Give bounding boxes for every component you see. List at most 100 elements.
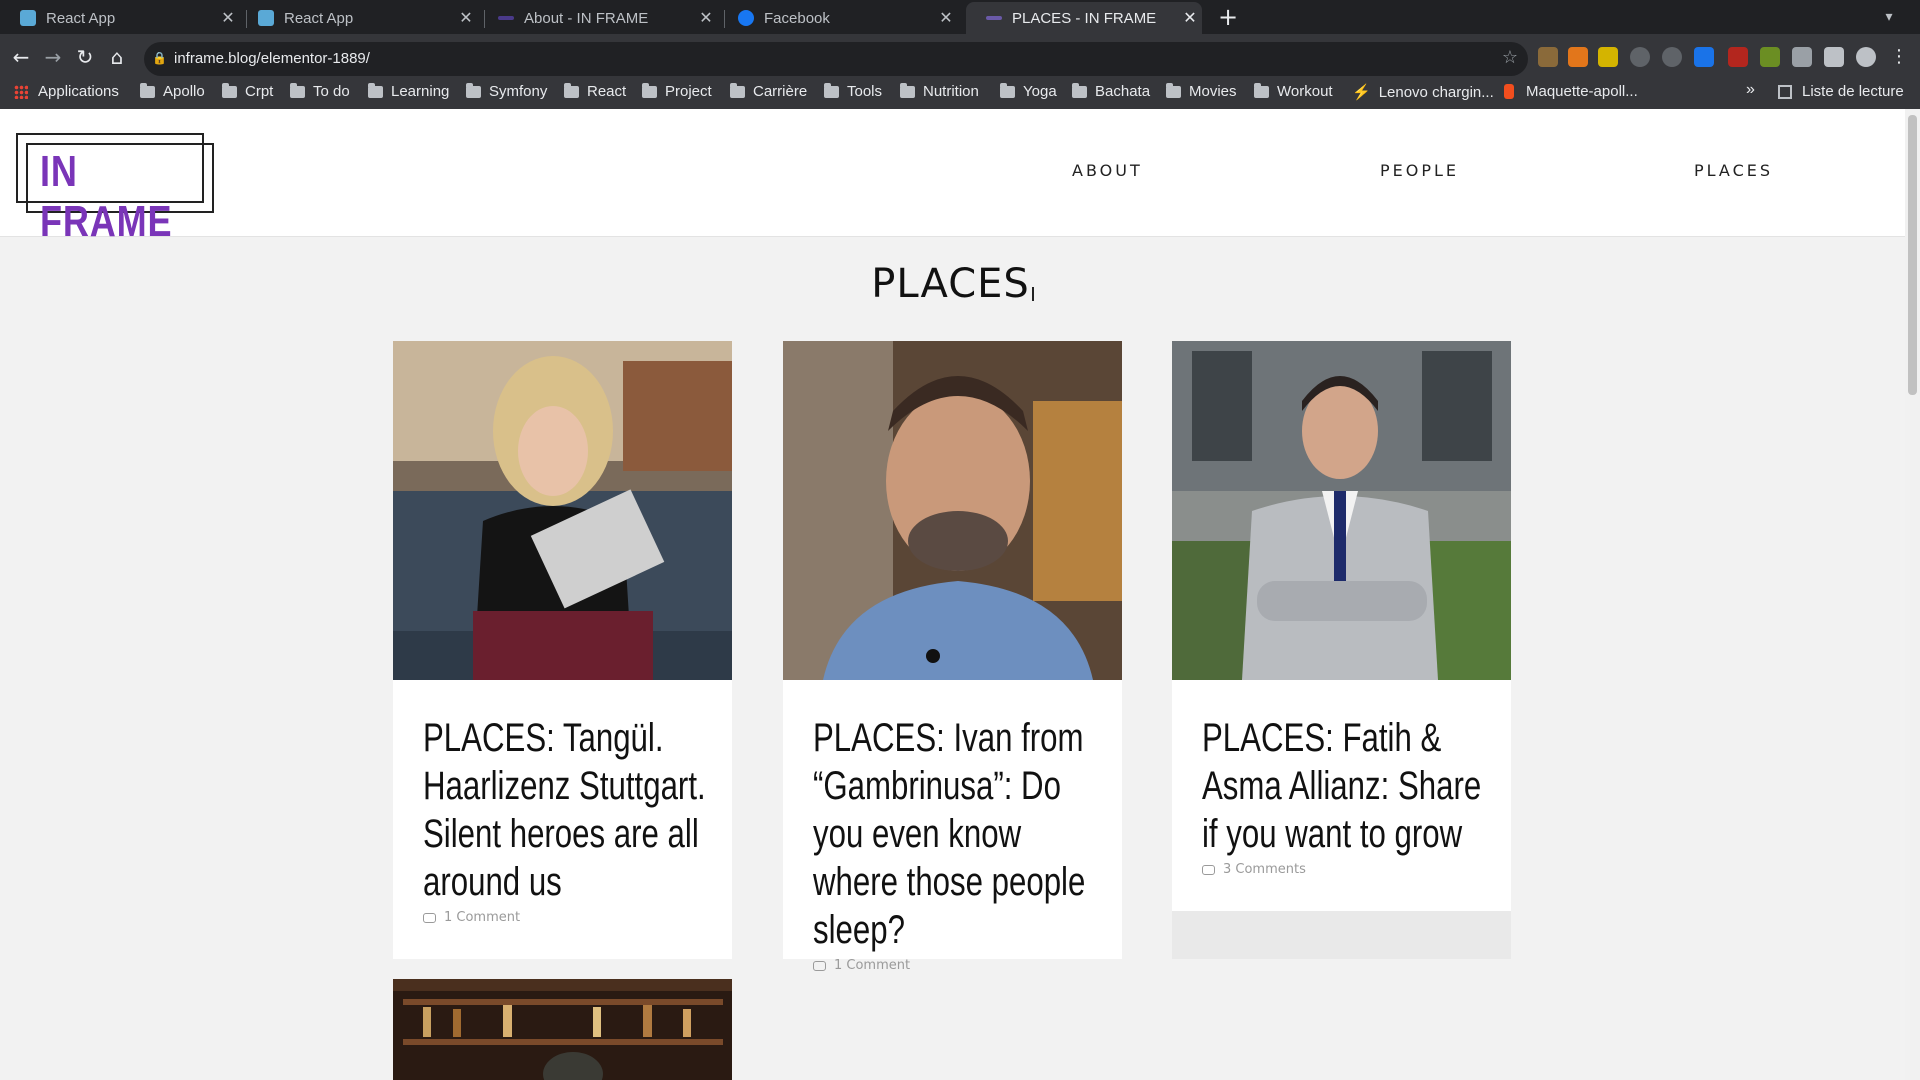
folder-icon bbox=[1000, 82, 1015, 98]
post-card[interactable]: PLACES: Fatih & Asma Allianz: Share if y… bbox=[1172, 341, 1511, 911]
post-title[interactable]: PLACES: Tangül. Haarlizenz Stuttgart. Si… bbox=[423, 714, 712, 906]
comment-icon bbox=[423, 912, 436, 923]
menu-icon[interactable]: ⋮ bbox=[1890, 46, 1908, 67]
tab-search-icon[interactable]: ▾ bbox=[1878, 6, 1900, 28]
bookmark-learning[interactable]: Learning bbox=[368, 82, 449, 100]
scrollbar-thumb[interactable] bbox=[1908, 115, 1917, 395]
nav-about[interactable]: ABOUT bbox=[1072, 161, 1143, 180]
close-icon[interactable]: ✕ bbox=[934, 8, 958, 28]
bookmark-maquette[interactable]: Maquette-apoll... bbox=[1504, 83, 1638, 100]
metamask-icon[interactable] bbox=[1568, 47, 1588, 67]
tab-react-app-1[interactable]: React App ✕ bbox=[0, 2, 240, 34]
post-comments[interactable]: 3 Comments bbox=[1202, 862, 1481, 877]
react-icon bbox=[258, 10, 274, 26]
post-card[interactable] bbox=[393, 979, 732, 1080]
bookmark-nutrition[interactable]: Nutrition bbox=[900, 82, 979, 100]
bookmarks-bar: Applications Apollo Crpt To do Learning … bbox=[0, 78, 1920, 108]
extension-icon[interactable] bbox=[1598, 47, 1618, 67]
bookmark-label: Crpt bbox=[245, 83, 274, 100]
home-icon[interactable]: ⌂ bbox=[102, 42, 132, 72]
tab-places-inframe[interactable]: PLACES - IN FRAME ✕ bbox=[966, 2, 1202, 34]
bookmark-project[interactable]: Project bbox=[642, 82, 712, 100]
reading-list-button[interactable]: Liste de lecture bbox=[1778, 83, 1904, 100]
extension-icon[interactable] bbox=[1792, 47, 1812, 67]
lightning-icon: ⚡ bbox=[1352, 84, 1371, 101]
bookmark-react[interactable]: React bbox=[564, 82, 626, 100]
bookmark-crpt[interactable]: Crpt bbox=[222, 82, 274, 100]
bookmark-applications[interactable]: Applications bbox=[14, 83, 119, 100]
tab-title: Facebook bbox=[764, 9, 830, 27]
folder-icon bbox=[642, 82, 657, 98]
post-comments[interactable]: 1 Comment bbox=[423, 910, 702, 925]
extension-icon[interactable] bbox=[1662, 47, 1682, 67]
new-tab-icon[interactable]: + bbox=[1214, 3, 1242, 31]
bookmark-carriere[interactable]: Carrière bbox=[730, 82, 808, 100]
extension-icon[interactable] bbox=[1538, 47, 1558, 67]
post-thumbnail[interactable] bbox=[393, 979, 732, 1080]
forward-icon[interactable]: → bbox=[38, 42, 68, 72]
bookmark-bachata[interactable]: Bachata bbox=[1072, 82, 1151, 100]
folder-icon bbox=[368, 82, 383, 98]
close-icon[interactable]: ✕ bbox=[216, 8, 240, 28]
bookmark-workout[interactable]: Workout bbox=[1254, 82, 1333, 100]
folder-icon bbox=[466, 82, 481, 98]
lock-icon: 🔒 bbox=[152, 51, 167, 65]
post-title[interactable]: PLACES: Fatih & Asma Allianz: Share if y… bbox=[1202, 714, 1491, 858]
extension-icon[interactable] bbox=[1728, 47, 1748, 67]
close-icon[interactable]: ✕ bbox=[1178, 8, 1202, 28]
apps-grid-icon bbox=[14, 84, 28, 99]
back-icon[interactable]: ← bbox=[6, 42, 36, 72]
extension-icon[interactable] bbox=[1694, 47, 1714, 67]
site-logo[interactable]: IN FRAME bbox=[16, 133, 214, 246]
inframe-icon bbox=[986, 16, 1002, 20]
bookmark-star-icon[interactable]: ☆ bbox=[1502, 47, 1518, 68]
extension-icon[interactable] bbox=[1630, 47, 1650, 67]
browser-toolbar: ← → ↻ ⌂ 🔒 inframe.blog/elementor-1889/ ☆… bbox=[0, 34, 1920, 109]
profile-icon[interactable] bbox=[1856, 47, 1876, 67]
tab-title: PLACES - IN FRAME bbox=[1012, 9, 1157, 27]
post-thumbnail[interactable] bbox=[393, 341, 732, 680]
tab-about-inframe[interactable]: About - IN FRAME ✕ bbox=[478, 2, 718, 34]
bookmark-lenovo[interactable]: ⚡ Lenovo chargin... bbox=[1352, 83, 1494, 102]
logo-text: IN FRAME bbox=[40, 147, 173, 246]
post-thumbnail[interactable] bbox=[783, 341, 1122, 680]
address-bar[interactable]: 🔒 inframe.blog/elementor-1889/ ☆ bbox=[144, 42, 1528, 76]
tab-facebook[interactable]: Facebook ✕ bbox=[718, 2, 958, 34]
facebook-icon bbox=[738, 10, 754, 26]
site-header: IN FRAME ABOUT PEOPLE PLACES bbox=[0, 109, 1905, 246]
bookmark-symfony[interactable]: Symfony bbox=[466, 82, 547, 100]
close-icon[interactable]: ✕ bbox=[694, 8, 718, 28]
more-bookmarks-button[interactable]: » bbox=[1746, 81, 1755, 99]
folder-icon bbox=[824, 82, 839, 98]
webpage: IN FRAME ABOUT PEOPLE PLACES PLACES PLAC… bbox=[0, 109, 1905, 1080]
puzzle-icon[interactable] bbox=[1824, 47, 1844, 67]
bookmark-todo[interactable]: To do bbox=[290, 82, 350, 100]
reload-icon[interactable]: ↻ bbox=[70, 42, 100, 72]
post-comments[interactable]: 1 Comment bbox=[813, 958, 1092, 973]
folder-icon bbox=[564, 82, 579, 98]
extension-icon[interactable] bbox=[1760, 47, 1780, 67]
vertical-scrollbar[interactable] bbox=[1905, 109, 1920, 1080]
nav-people[interactable]: PEOPLE bbox=[1380, 161, 1459, 180]
bookmark-label: Workout bbox=[1277, 83, 1333, 100]
nav-places[interactable]: PLACES bbox=[1694, 161, 1773, 180]
post-image-bar bbox=[393, 979, 732, 1080]
post-thumbnail[interactable] bbox=[1172, 341, 1511, 680]
post-card[interactable]: PLACES: Tangül. Haarlizenz Stuttgart. Si… bbox=[393, 341, 732, 959]
bookmark-yoga[interactable]: Yoga bbox=[1000, 82, 1057, 100]
bookmark-label: Carrière bbox=[753, 83, 808, 100]
folder-icon bbox=[290, 82, 305, 98]
folder-icon bbox=[140, 82, 155, 98]
bookmark-tools[interactable]: Tools bbox=[824, 82, 882, 100]
close-icon[interactable]: ✕ bbox=[454, 8, 478, 28]
bookmark-movies[interactable]: Movies bbox=[1166, 82, 1237, 100]
post-title[interactable]: PLACES: Ivan from “Gambrinusa”: Do you e… bbox=[813, 714, 1102, 954]
bookmark-label: Maquette-apoll... bbox=[1526, 83, 1638, 100]
post-card[interactable]: PLACES: Ivan from “Gambrinusa”: Do you e… bbox=[783, 341, 1122, 973]
bookmark-apollo[interactable]: Apollo bbox=[140, 82, 205, 100]
bookmark-label: Bachata bbox=[1095, 83, 1151, 100]
tab-title: About - IN FRAME bbox=[524, 9, 649, 27]
tab-react-app-2[interactable]: React App ✕ bbox=[238, 2, 478, 34]
reading-list-label: Liste de lecture bbox=[1802, 83, 1904, 100]
url-text[interactable]: inframe.blog/elementor-1889/ bbox=[174, 50, 370, 67]
